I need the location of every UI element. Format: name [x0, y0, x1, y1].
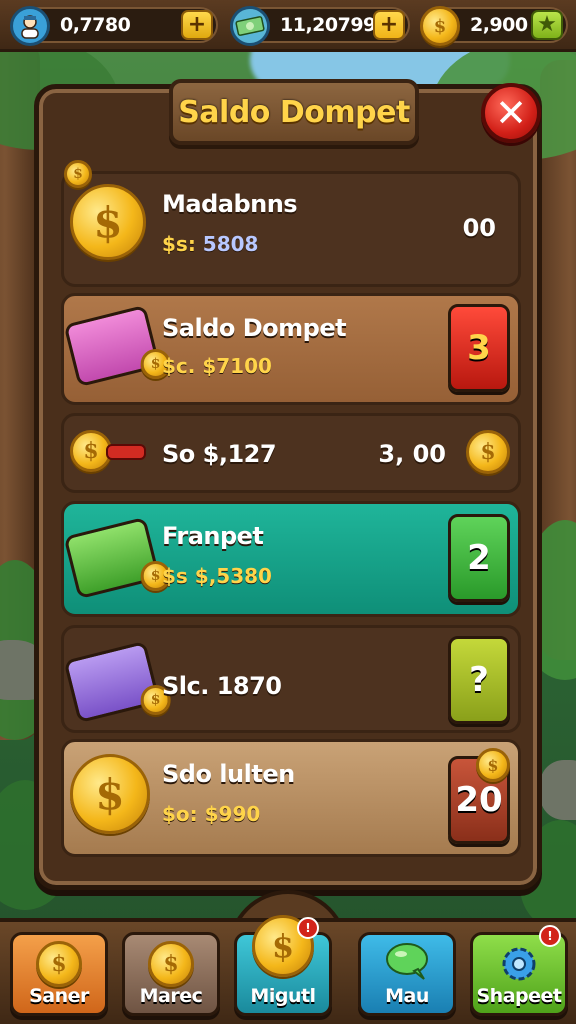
close-button[interactable]: ✕ [481, 83, 541, 143]
gear-icon [496, 941, 542, 987]
top-resource-bar: 0,7780 + 11,20799 + $ 2,900 ★ [0, 0, 576, 52]
nav-label: Shapeet [476, 985, 563, 1007]
nav-mau-button[interactable]: Mau [358, 932, 456, 1016]
bottom-nav: $ Saner $ Marec $ ! Migutl Mau ! Shapeet [0, 915, 576, 1024]
cash-stack-icon [226, 2, 274, 50]
green-cash-icon: $ [63, 516, 171, 600]
panel-title-plate: Saldo Dompet [169, 79, 419, 145]
add-players-button[interactable]: + [181, 10, 213, 40]
coin-icon: $ [476, 748, 510, 782]
row-label: Slc. 1870 [162, 672, 282, 700]
nav-shapeet-button[interactable]: ! Shapeet [470, 925, 568, 1016]
nav-migutl-button[interactable]: $ ! Migutl [234, 915, 332, 1016]
row-sub: $o: $990 [162, 802, 261, 826]
row-sub: $s: 5808 [162, 232, 259, 256]
gold-coin-icon: $ [70, 754, 150, 834]
notification-icon: ! [297, 917, 319, 939]
row-amount: 3, 00 [378, 440, 446, 468]
gold-coin-icon: $ [70, 184, 146, 260]
nav-saner-button[interactable]: $ Saner [10, 932, 108, 1016]
avatar-icon [10, 6, 50, 46]
panel-title: Saldo Dompet [178, 94, 410, 130]
nav-label: Mau [385, 985, 429, 1007]
add-cash-button[interactable]: + [373, 10, 405, 40]
count-badge: ? [448, 636, 510, 724]
wallet-row-5[interactable]: $ Slc. 1870 ? [61, 625, 521, 733]
row-label: Madabnns [162, 190, 298, 218]
row-label: Saldo Dompet [162, 314, 347, 342]
wallet-row-2[interactable]: $ Saldo Dompet $c. $7100 3 [61, 293, 521, 405]
chat-bubble-icon [384, 941, 430, 981]
row-sub: $s $,5380 [162, 564, 272, 588]
players-counter: 0,7780 + [10, 6, 218, 46]
wallet-row-4[interactable]: $ Franpet $s $,5380 2 [61, 501, 521, 617]
count-badge: 2 [448, 514, 510, 602]
coin-icon: $ [148, 941, 194, 987]
small-coin-icon: $ [64, 160, 92, 188]
wallet-row-3[interactable]: $ So $,127 3, 00 $ [61, 413, 521, 493]
nav-label: Marec [139, 985, 203, 1007]
coin-icon: $ [466, 430, 510, 474]
row-sub: $c. $7100 [162, 354, 272, 378]
notification-icon: ! [539, 925, 561, 947]
row-label: Sdo lulten [162, 760, 295, 788]
wallet-panel: Saldo Dompet ✕ $ $ Madabnns $s: 5808 00 … [34, 79, 542, 890]
coin-icon: $ [420, 6, 460, 46]
nav-label: Saner [29, 985, 89, 1007]
slider-bar [106, 444, 146, 460]
wallet-row-1[interactable]: $ $ Madabnns $s: 5808 00 [61, 160, 521, 287]
row-label: Franpet [162, 522, 264, 550]
pink-wallet-icon: $ [63, 304, 171, 388]
coins-counter: $ 2,900 ★ [420, 6, 568, 46]
rock [540, 760, 576, 820]
star-icon[interactable]: ★ [531, 10, 563, 40]
wallet-row-6[interactable]: $ Sdo lulten $o: $990 20 $ [61, 739, 521, 857]
nav-marec-button[interactable]: $ Marec [122, 932, 220, 1016]
purple-wallet-icon: $ [63, 640, 171, 724]
row-amount: 00 [462, 214, 496, 242]
row-label: So $,127 [162, 440, 277, 468]
cash-counter: 11,20799 + [226, 2, 410, 50]
nav-label: Migutl [250, 985, 316, 1007]
coin-icon: $ [36, 941, 82, 987]
count-badge: 3 [448, 304, 510, 392]
